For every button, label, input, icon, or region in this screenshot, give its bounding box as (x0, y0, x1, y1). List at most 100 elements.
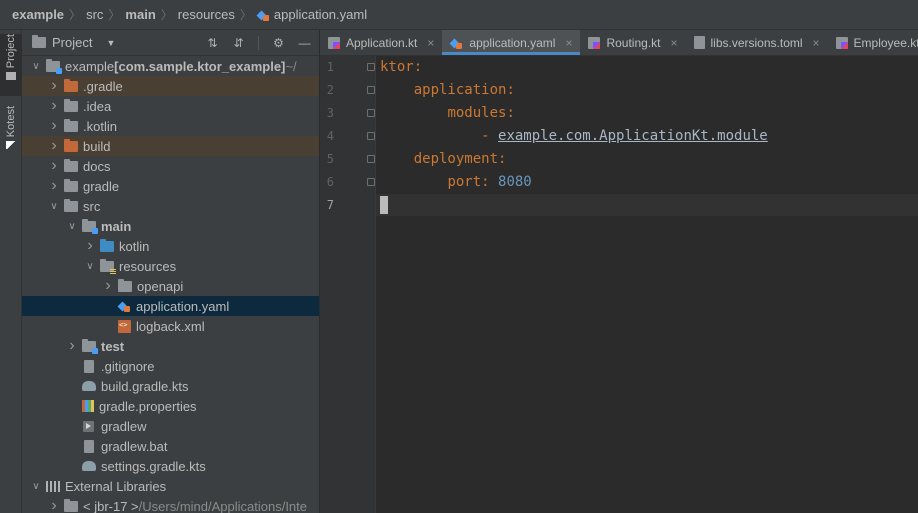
tree-row[interactable]: › < jbr-17 > /Users/mind/Applications/Int… (22, 496, 319, 513)
tree-row[interactable]: ›logback.xml (22, 316, 319, 336)
tree-row[interactable]: › .idea (22, 96, 319, 116)
fold-marker-icon[interactable] (367, 155, 375, 163)
chevron-down-icon[interactable]: ∨ (84, 261, 96, 272)
code-area[interactable]: 1 2 3 4 5 6 7 ktor: application: modules: - ex… (320, 56, 918, 513)
chevron-right-icon[interactable]: › (48, 137, 60, 155)
close-icon[interactable]: × (427, 36, 434, 50)
chevron-right-icon[interactable]: › (66, 337, 78, 355)
chevron-right-icon[interactable]: › (48, 177, 60, 195)
toolwindow-tab-project[interactable]: Project (0, 34, 22, 96)
module-reference-link[interactable]: example.com.ApplicationKt.module (498, 128, 768, 144)
tree-row[interactable]: › docs (22, 156, 319, 176)
close-icon[interactable]: × (565, 36, 572, 50)
tree-row[interactable]: ›settings.gradle.kts (22, 456, 319, 476)
tree-row[interactable]: ›gradlew.bat (22, 436, 319, 456)
tree-row[interactable]: › gradle (22, 176, 319, 196)
gitignore-file-icon (84, 359, 94, 373)
fold-marker-icon[interactable] (367, 86, 375, 94)
tree-row[interactable]: › test (22, 336, 319, 356)
bat-file-icon (84, 439, 94, 453)
line-number: 1 (326, 60, 334, 74)
chevron-right-icon[interactable]: › (102, 277, 114, 295)
editor-tab[interactable]: libs.versions.toml × (686, 30, 828, 55)
chevron-right-icon[interactable]: › (48, 77, 60, 95)
toolwindow-tab-kotest[interactable]: Kotest (0, 106, 22, 170)
executable-file-icon (83, 420, 94, 432)
tree-row-label: gradlew (101, 418, 147, 434)
chevron-down-icon[interactable]: ▼ (106, 38, 115, 48)
gear-icon[interactable]: ⚙ (272, 36, 285, 50)
tree-row-label: build.gradle.kts (101, 378, 189, 394)
tree-row[interactable]: › openapi (22, 276, 319, 296)
chevron-right-icon[interactable]: › (48, 497, 60, 513)
tree-row[interactable]: › kotlin (22, 236, 319, 256)
tree-row[interactable]: ∨ External Libraries (22, 476, 319, 496)
tree-row-label: settings.gradle.kts (101, 458, 206, 474)
breadcrumb-item-src[interactable]: src (86, 7, 103, 22)
tree-row[interactable]: ∨ resources (22, 256, 319, 276)
tree-row[interactable]: › build (22, 136, 319, 156)
tree-row[interactable]: ∨ src (22, 196, 319, 216)
fold-marker-icon[interactable] (367, 63, 375, 71)
kotlin-file-icon (588, 36, 601, 49)
breadcrumb-item-resources[interactable]: resources (178, 7, 235, 22)
fold-marker-icon[interactable] (367, 132, 375, 140)
fold-marker-icon[interactable] (367, 109, 375, 117)
tree-row[interactable]: › .gradle (22, 76, 319, 96)
tree-row[interactable]: ›application.yaml (22, 296, 319, 316)
tree-row[interactable]: › .kotlin (22, 116, 319, 136)
tree-row[interactable]: ›.gitignore (22, 356, 319, 376)
chevron-right-icon[interactable]: › (48, 97, 60, 115)
chevron-down-icon[interactable]: ∨ (30, 61, 42, 72)
expand-all-icon[interactable]: ⇵ (232, 36, 245, 50)
tree-row-label: gradlew.bat (101, 438, 168, 454)
yaml-key: ktor (380, 59, 414, 75)
tree-row-label: test (101, 338, 125, 354)
folder-icon (118, 278, 132, 292)
editor-tab[interactable]: Employee.kt (828, 30, 918, 55)
yaml-file-icon (118, 300, 130, 312)
code-line: modules: (380, 102, 514, 124)
line-number: 7 (326, 198, 334, 212)
tree-row[interactable]: ›build.gradle.kts (22, 376, 319, 396)
collapse-all-icon[interactable]: ⇅ (206, 36, 219, 50)
chevron-down-icon[interactable]: ∨ (30, 481, 42, 492)
line-number: 4 (326, 129, 334, 143)
breadcrumb-item-example[interactable]: example (12, 7, 64, 22)
code-line: ktor: (380, 56, 422, 78)
close-icon[interactable]: × (670, 36, 677, 50)
editor-tab[interactable]: Routing.kt × (580, 30, 685, 55)
breadcrumb-item-file[interactable]: application.yaml (257, 7, 367, 22)
tree-row[interactable]: ∨ example [com.sample.ktor_example] ~/ (22, 56, 319, 76)
chevron-right-icon[interactable]: › (48, 157, 60, 175)
editor-tab[interactable]: Application.kt × (320, 30, 442, 55)
folder-icon (32, 35, 46, 48)
editor-tab-label: application.yaml (469, 35, 556, 50)
tree-row[interactable]: ›gradlew (22, 416, 319, 436)
minimize-icon[interactable]: — (298, 36, 311, 50)
project-panel-title[interactable]: Project (52, 35, 92, 50)
tree-row[interactable]: ›gradle.properties (22, 396, 319, 416)
tree-row-label: gradle (83, 178, 120, 194)
chevron-down-icon[interactable]: ∨ (66, 221, 78, 232)
tree-row[interactable]: ∨ main (22, 216, 319, 236)
editor-tab-label: Employee.kt (853, 35, 918, 50)
chevron-right-icon[interactable]: › (84, 237, 96, 255)
close-icon[interactable]: × (813, 36, 820, 50)
module-folder-icon (82, 338, 98, 354)
chevron-right-icon[interactable]: › (48, 117, 60, 135)
yaml-dash: - (481, 128, 499, 144)
code-line: - example.com.ApplicationKt.module (380, 125, 768, 147)
yaml-colon: : (506, 82, 515, 98)
chevron-right-icon: 〉 (69, 8, 82, 22)
tree-row-label: docs (83, 158, 111, 174)
breadcrumb-item-main[interactable]: main (125, 7, 155, 22)
folder-icon (64, 198, 78, 212)
tree-row-label: External Libraries (65, 478, 167, 494)
gradle-file-icon (82, 381, 96, 391)
chevron-down-icon[interactable]: ∨ (48, 201, 60, 212)
editor-tab[interactable]: application.yaml × (442, 30, 581, 55)
toolwindow-tab-project-label: Project (5, 34, 17, 69)
tree-row-label: build (83, 138, 111, 154)
fold-marker-icon[interactable] (367, 178, 375, 186)
